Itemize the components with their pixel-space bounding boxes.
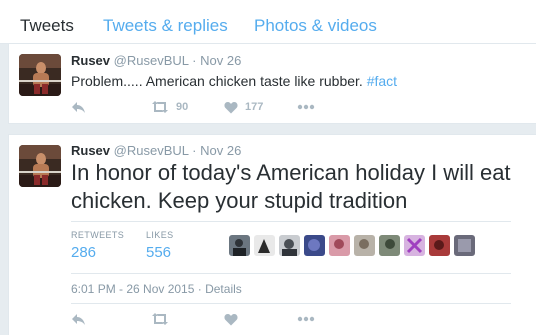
heart-icon: [224, 313, 238, 325]
liker-avatar[interactable]: [329, 235, 350, 256]
tab-tweets[interactable]: Tweets: [20, 16, 74, 36]
tweet-date[interactable]: Nov 26: [200, 53, 241, 68]
retweets-value: 286: [71, 244, 97, 261]
retweets-stat[interactable]: RETWEETS 286: [71, 229, 124, 263]
reply-button[interactable]: [71, 99, 86, 115]
tab-photos-and-videos[interactable]: Photos & videos: [254, 16, 377, 36]
tweet-card[interactable]: Rusev @RusevBUL · Nov 26 Problem..... Am…: [8, 44, 536, 124]
liker-avatar[interactable]: [304, 235, 325, 256]
tab-tweets-and-replies[interactable]: Tweets & replies: [103, 16, 228, 36]
tweet-card-expanded[interactable]: Rusev @RusevBUL · Nov 26 In honor of tod…: [8, 134, 536, 335]
reply-icon: [72, 102, 85, 113]
author-handle[interactable]: @RusevBUL: [114, 143, 189, 158]
like-button[interactable]: [224, 311, 238, 327]
liker-avatar[interactable]: [354, 235, 375, 256]
liker-avatar[interactable]: [229, 235, 250, 256]
tweet-header: Rusev @RusevBUL · Nov 26: [71, 143, 241, 159]
likes-stat[interactable]: LIKES 556: [146, 229, 174, 263]
author-name[interactable]: Rusev: [71, 143, 110, 158]
liker-avatar[interactable]: [279, 235, 300, 256]
tweet-actions: 90 177: [71, 99, 371, 115]
avatar[interactable]: [19, 145, 61, 187]
tweet-body: Problem..... American chicken taste like…: [71, 73, 363, 89]
likes-label: LIKES: [146, 230, 174, 240]
liker-avatar[interactable]: [404, 235, 425, 256]
dot-separator: ·: [197, 282, 202, 296]
author-name[interactable]: Rusev: [71, 53, 110, 68]
retweet-button[interactable]: 90: [151, 99, 188, 115]
more-button[interactable]: [297, 99, 315, 115]
tweet-date[interactable]: Nov 26: [200, 143, 241, 158]
dot-separator: ·: [192, 53, 197, 68]
liker-avatar[interactable]: [379, 235, 400, 256]
liker-avatar[interactable]: [429, 235, 450, 256]
details-link[interactable]: Details: [205, 282, 242, 296]
author-handle[interactable]: @RusevBUL: [114, 53, 189, 68]
retweets-label: RETWEETS: [71, 230, 125, 240]
more-dots-icon: [297, 316, 315, 322]
retweet-icon: [152, 313, 168, 325]
divider: [71, 303, 511, 304]
hashtag-link[interactable]: #fact: [367, 73, 397, 89]
like-button[interactable]: 177: [224, 99, 263, 115]
tweet-actions: [71, 311, 371, 327]
likes-value: 556: [146, 244, 172, 261]
retweet-count: 90: [176, 101, 189, 113]
heart-icon: [224, 101, 238, 113]
liker-avatar[interactable]: [254, 235, 275, 256]
like-count: 177: [245, 101, 264, 113]
tweet-stats: RETWEETS 286 LIKES 556: [71, 229, 521, 269]
profile-tabs: Tweets Tweets & replies Photos & videos: [0, 0, 536, 44]
tweet-text: In honor of today's American holiday I w…: [71, 160, 511, 213]
avatar[interactable]: [19, 54, 61, 96]
divider: [71, 221, 511, 222]
more-dots-icon: [297, 104, 315, 110]
tweet-header: Rusev @RusevBUL · Nov 26: [71, 53, 241, 69]
liker-avatar[interactable]: [454, 235, 475, 256]
reply-icon: [72, 314, 85, 325]
retweet-icon: [152, 101, 168, 113]
reply-button[interactable]: [71, 311, 86, 327]
more-button[interactable]: [297, 311, 315, 327]
retweet-button[interactable]: [151, 311, 169, 327]
divider: [71, 273, 511, 274]
timestamp-text[interactable]: 6:01 PM - 26 Nov 2015: [71, 282, 194, 296]
tweet-timestamp: 6:01 PM - 26 Nov 2015 · Details: [71, 282, 242, 296]
liker-avatars: [229, 235, 479, 256]
tweet-text: Problem..... American chicken taste like…: [71, 72, 397, 90]
dot-separator: ·: [192, 143, 197, 158]
